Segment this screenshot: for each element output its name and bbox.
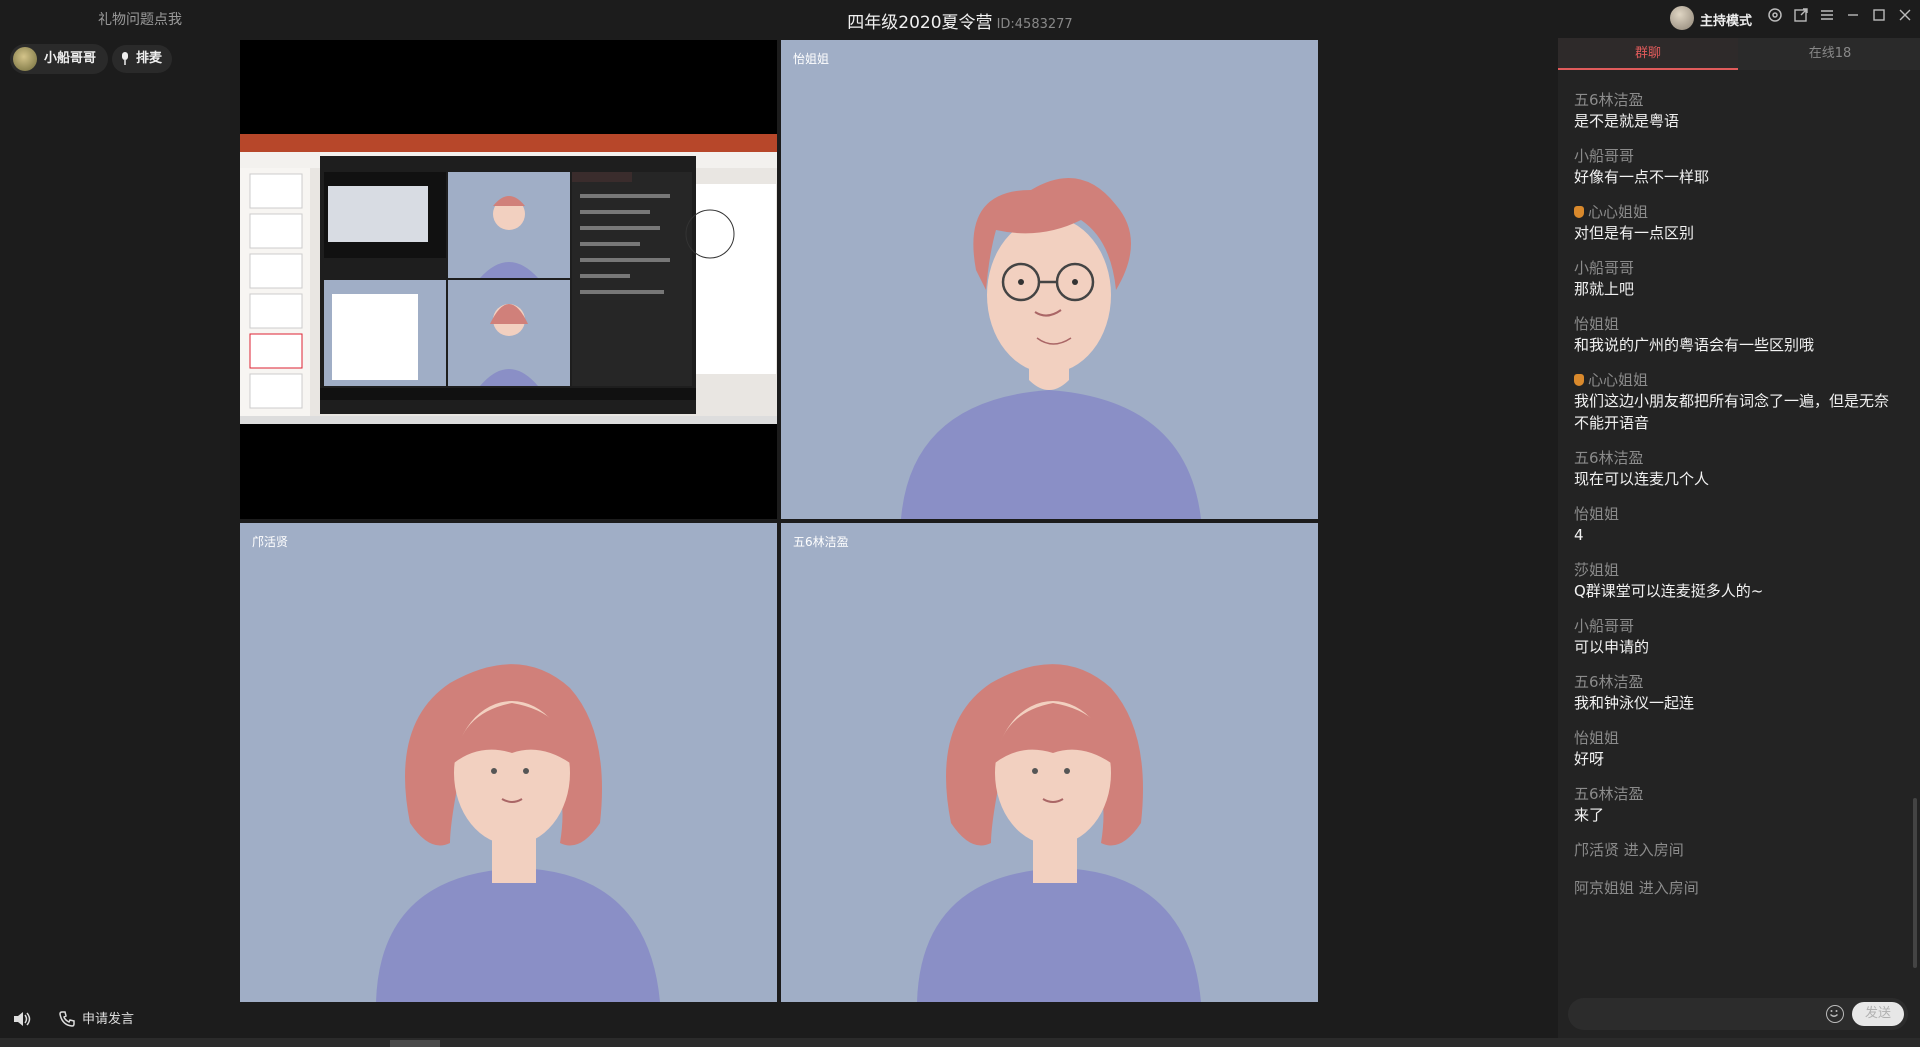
chat-panel: 群聊 在线18 五6林洁盈 是不是就是粤语 小船哥哥 好像有一点不一样耶 心心姐…	[1558, 38, 1920, 1038]
menu-icon[interactable]	[1816, 7, 1838, 29]
video-tile-1[interactable]: 怡姐姐	[781, 40, 1318, 519]
avatar-illustration-girl	[376, 664, 660, 1002]
sender-name: 五6林洁盈	[1574, 449, 1644, 467]
emoji-icon[interactable]	[1826, 1005, 1844, 1023]
queue-label: 排麦	[136, 51, 163, 66]
sender-name: 五6林洁盈	[1574, 673, 1644, 691]
message-text: 我和钟泳仪一起连	[1574, 694, 1695, 712]
user-badge-icon	[1574, 206, 1584, 218]
chat-message: 怡姐姐 好呀	[1574, 728, 1894, 770]
video-tile-3[interactable]: 五6林洁盈	[781, 523, 1318, 1002]
popout-icon[interactable]	[1790, 7, 1812, 29]
room-name: 四年级2020夏令营	[847, 13, 993, 33]
video-tile-2[interactable]: 邝活贤	[240, 523, 777, 1002]
sender-name: 小船哥哥	[1574, 617, 1635, 635]
system-message: 邝活贤 进入房间	[1574, 841, 1684, 859]
chat-message: 五6林洁盈 是不是就是粤语	[1574, 90, 1894, 132]
microphone-icon	[122, 52, 128, 65]
chat-tabs: 群聊 在线18	[1558, 38, 1920, 70]
message-text: 我们这边小朋友都把所有词念了一遍，但是无奈不能开语音	[1574, 392, 1890, 432]
host-avatar[interactable]	[1670, 6, 1694, 30]
message-text: 好像有一点不一样耶	[1574, 168, 1710, 186]
sender-name: 心心姐姐	[1588, 371, 1649, 389]
shared-screen-image	[240, 134, 777, 424]
send-button[interactable]: 发送	[1852, 1002, 1904, 1026]
chat-message: 小船哥哥 好像有一点不一样耶	[1574, 146, 1894, 188]
message-text: Q群课堂可以连麦挺多人的~	[1574, 582, 1764, 600]
sender-name: 小船哥哥	[1574, 147, 1635, 165]
chat-message: 心心姐姐 对但是有一点区别	[1574, 202, 1894, 244]
close-icon[interactable]	[1894, 7, 1916, 29]
message-text: 对但是有一点区别	[1574, 224, 1695, 242]
phone-icon	[59, 1011, 75, 1027]
tab-online[interactable]: 在线18	[1740, 38, 1920, 70]
scrollbar-thumb[interactable]	[390, 1040, 440, 1047]
left-sidebar: 小船哥哥 排麦	[0, 38, 240, 998]
user-avatar	[13, 47, 37, 71]
chat-message: 怡姐姐 和我说的广州的粤语会有一些区别哦	[1574, 314, 1894, 356]
message-text: 现在可以连麦几个人	[1574, 470, 1710, 488]
sender-name: 心心姐姐	[1588, 203, 1649, 221]
sender-name: 莎姐姐	[1574, 561, 1620, 579]
message-text: 4	[1574, 526, 1584, 544]
tab-group-chat[interactable]: 群聊	[1558, 38, 1738, 70]
video-grid: 怡姐姐 邝活贤 五6林洁盈	[240, 40, 1318, 1002]
chat-message: 心心姐姐 我们这边小朋友都把所有词念了一遍，但是无奈不能开语音	[1574, 370, 1894, 434]
queue-button[interactable]: 排麦	[112, 45, 173, 73]
sender-name: 怡姐姐	[1574, 729, 1620, 747]
sender-name: 五6林洁盈	[1574, 91, 1644, 109]
avatar-illustration-girl	[917, 664, 1201, 1002]
chat-scrollbar[interactable]	[1913, 798, 1917, 968]
chat-message: 小船哥哥 可以申请的	[1574, 616, 1894, 658]
sender-name: 怡姐姐	[1574, 315, 1620, 333]
chat-message: 怡姐姐 4	[1574, 504, 1894, 546]
current-user-pill[interactable]: 小船哥哥	[10, 44, 109, 74]
chat-message: 小船哥哥 那就上吧	[1574, 258, 1894, 300]
chat-message: 五6林洁盈 我和钟泳仪一起连	[1574, 672, 1894, 714]
horizontal-scrollbar[interactable]	[0, 1038, 1920, 1047]
chat-message: 莎姐姐 Q群课堂可以连麦挺多人的~	[1574, 560, 1894, 602]
chat-message: 五6林洁盈 来了	[1574, 784, 1894, 826]
chat-message: 五6林洁盈 现在可以连麦几个人	[1574, 448, 1894, 490]
speaker-icon[interactable]	[12, 1010, 32, 1032]
apply-to-speak-button[interactable]: 申请发言	[59, 1008, 135, 1027]
room-id: ID:4583277	[996, 17, 1073, 32]
bottom-toolbar: 申请发言	[0, 998, 1558, 1038]
maximize-icon[interactable]	[1868, 7, 1890, 29]
screen-share-view	[240, 40, 777, 519]
minimize-icon[interactable]	[1842, 7, 1864, 29]
avatar-illustration-glasses	[901, 178, 1201, 519]
sender-name: 五6林洁盈	[1574, 785, 1644, 803]
settings-icon[interactable]	[1764, 7, 1786, 29]
sender-name: 怡姐姐	[1574, 505, 1620, 523]
message-text: 和我说的广州的粤语会有一些区别哦	[1574, 336, 1815, 354]
screen-share-tile[interactable]	[240, 40, 777, 519]
message-text: 可以申请的	[1574, 638, 1650, 656]
apply-label: 申请发言	[82, 1012, 135, 1027]
message-text: 好呀	[1574, 750, 1605, 768]
user-badge-icon	[1574, 374, 1584, 386]
message-text: 那就上吧	[1574, 280, 1635, 298]
window-controls: 主持模式	[1558, 0, 1920, 38]
user-name: 小船哥哥	[44, 51, 97, 66]
system-message: 阿京姐姐 进入房间	[1574, 879, 1699, 897]
message-text: 是不是就是粤语	[1574, 112, 1680, 130]
chat-input-field[interactable]: 发送	[1568, 998, 1908, 1030]
message-list: 五6林洁盈 是不是就是粤语 小船哥哥 好像有一点不一样耶 心心姐姐 对但是有一点…	[1574, 90, 1894, 916]
host-mode-label[interactable]: 主持模式	[1700, 10, 1752, 29]
sender-name: 小船哥哥	[1574, 259, 1635, 277]
message-text: 来了	[1574, 806, 1605, 824]
